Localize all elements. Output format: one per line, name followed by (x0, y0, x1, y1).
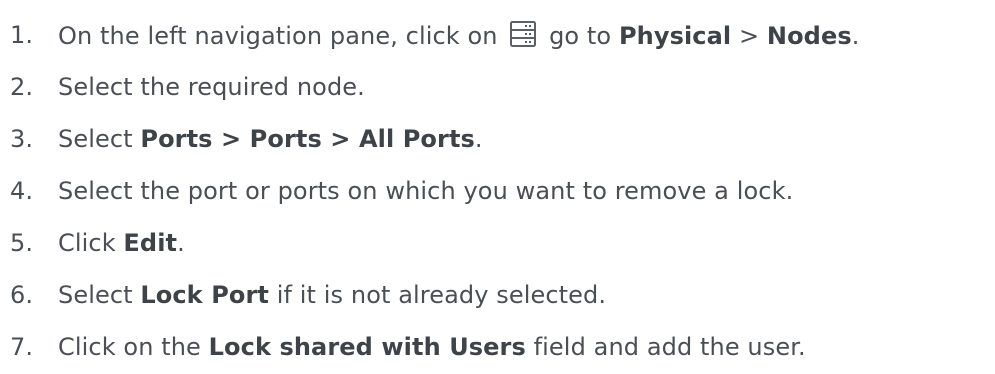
step-text: Click Edit. (58, 229, 185, 257)
step-3: 3. Select Ports > Ports > All Ports. (0, 117, 483, 161)
step-5: 5. Click Edit. (0, 221, 185, 265)
step-number: 3. (10, 125, 34, 153)
step-text-bold: Ports > Ports > All Ports (140, 125, 475, 153)
step-text-bold: Lock shared with Users (208, 333, 526, 361)
step-text-segment: field and add the user. (525, 333, 806, 361)
step-text-segment: . (177, 229, 185, 257)
step-text-segment: Select (58, 125, 141, 153)
server-nodes-icon (509, 20, 537, 48)
step-text-segment: Click on the (58, 333, 209, 361)
step-1: 1. On the left navigation pane, click on… (0, 13, 859, 57)
step-text: Click on the Lock shared with Users fiel… (58, 333, 806, 361)
step-text-segment: Select (58, 281, 141, 309)
step-text: Select Ports > Ports > All Ports. (58, 125, 483, 153)
step-text-segment: . (851, 22, 860, 50)
step-number: 1. (10, 21, 34, 49)
step-number: 2. (10, 73, 34, 101)
step-text-segment: > (731, 22, 767, 50)
step-number: 6. (10, 281, 34, 309)
step-text-bold: Edit (123, 229, 178, 257)
step-text-segment: if it is not already selected. (269, 281, 607, 309)
step-text: Select Lock Port if it is not already se… (58, 281, 606, 309)
step-text-segment: go to (541, 22, 619, 50)
step-4: 4. Select the port or ports on which you… (0, 169, 793, 213)
step-text: Select the port or ports on which you wa… (58, 177, 793, 205)
step-2: 2. Select the required node. (0, 65, 365, 109)
step-7: 7. Click on the Lock shared with Users f… (0, 325, 806, 369)
step-text-segment: Select the required node. (58, 73, 365, 101)
step-text-segment: Select the port or ports on which you wa… (58, 177, 794, 205)
step-text-segment: . (474, 125, 483, 153)
step-text-bold: Lock Port (140, 281, 269, 309)
step-number: 5. (10, 229, 34, 257)
step-text-bold: Physical (618, 22, 732, 50)
step-text-segment: On the left navigation pane, click on (58, 22, 506, 50)
step-number: 7. (10, 333, 34, 361)
step-number: 4. (10, 177, 34, 205)
step-text-segment: Click (58, 229, 124, 257)
step-text: Select the required node. (58, 73, 365, 101)
step-text: On the left navigation pane, click on go… (58, 20, 859, 50)
step-text-bold: Nodes (766, 22, 852, 50)
step-6: 6. Select Lock Port if it is not already… (0, 273, 606, 317)
